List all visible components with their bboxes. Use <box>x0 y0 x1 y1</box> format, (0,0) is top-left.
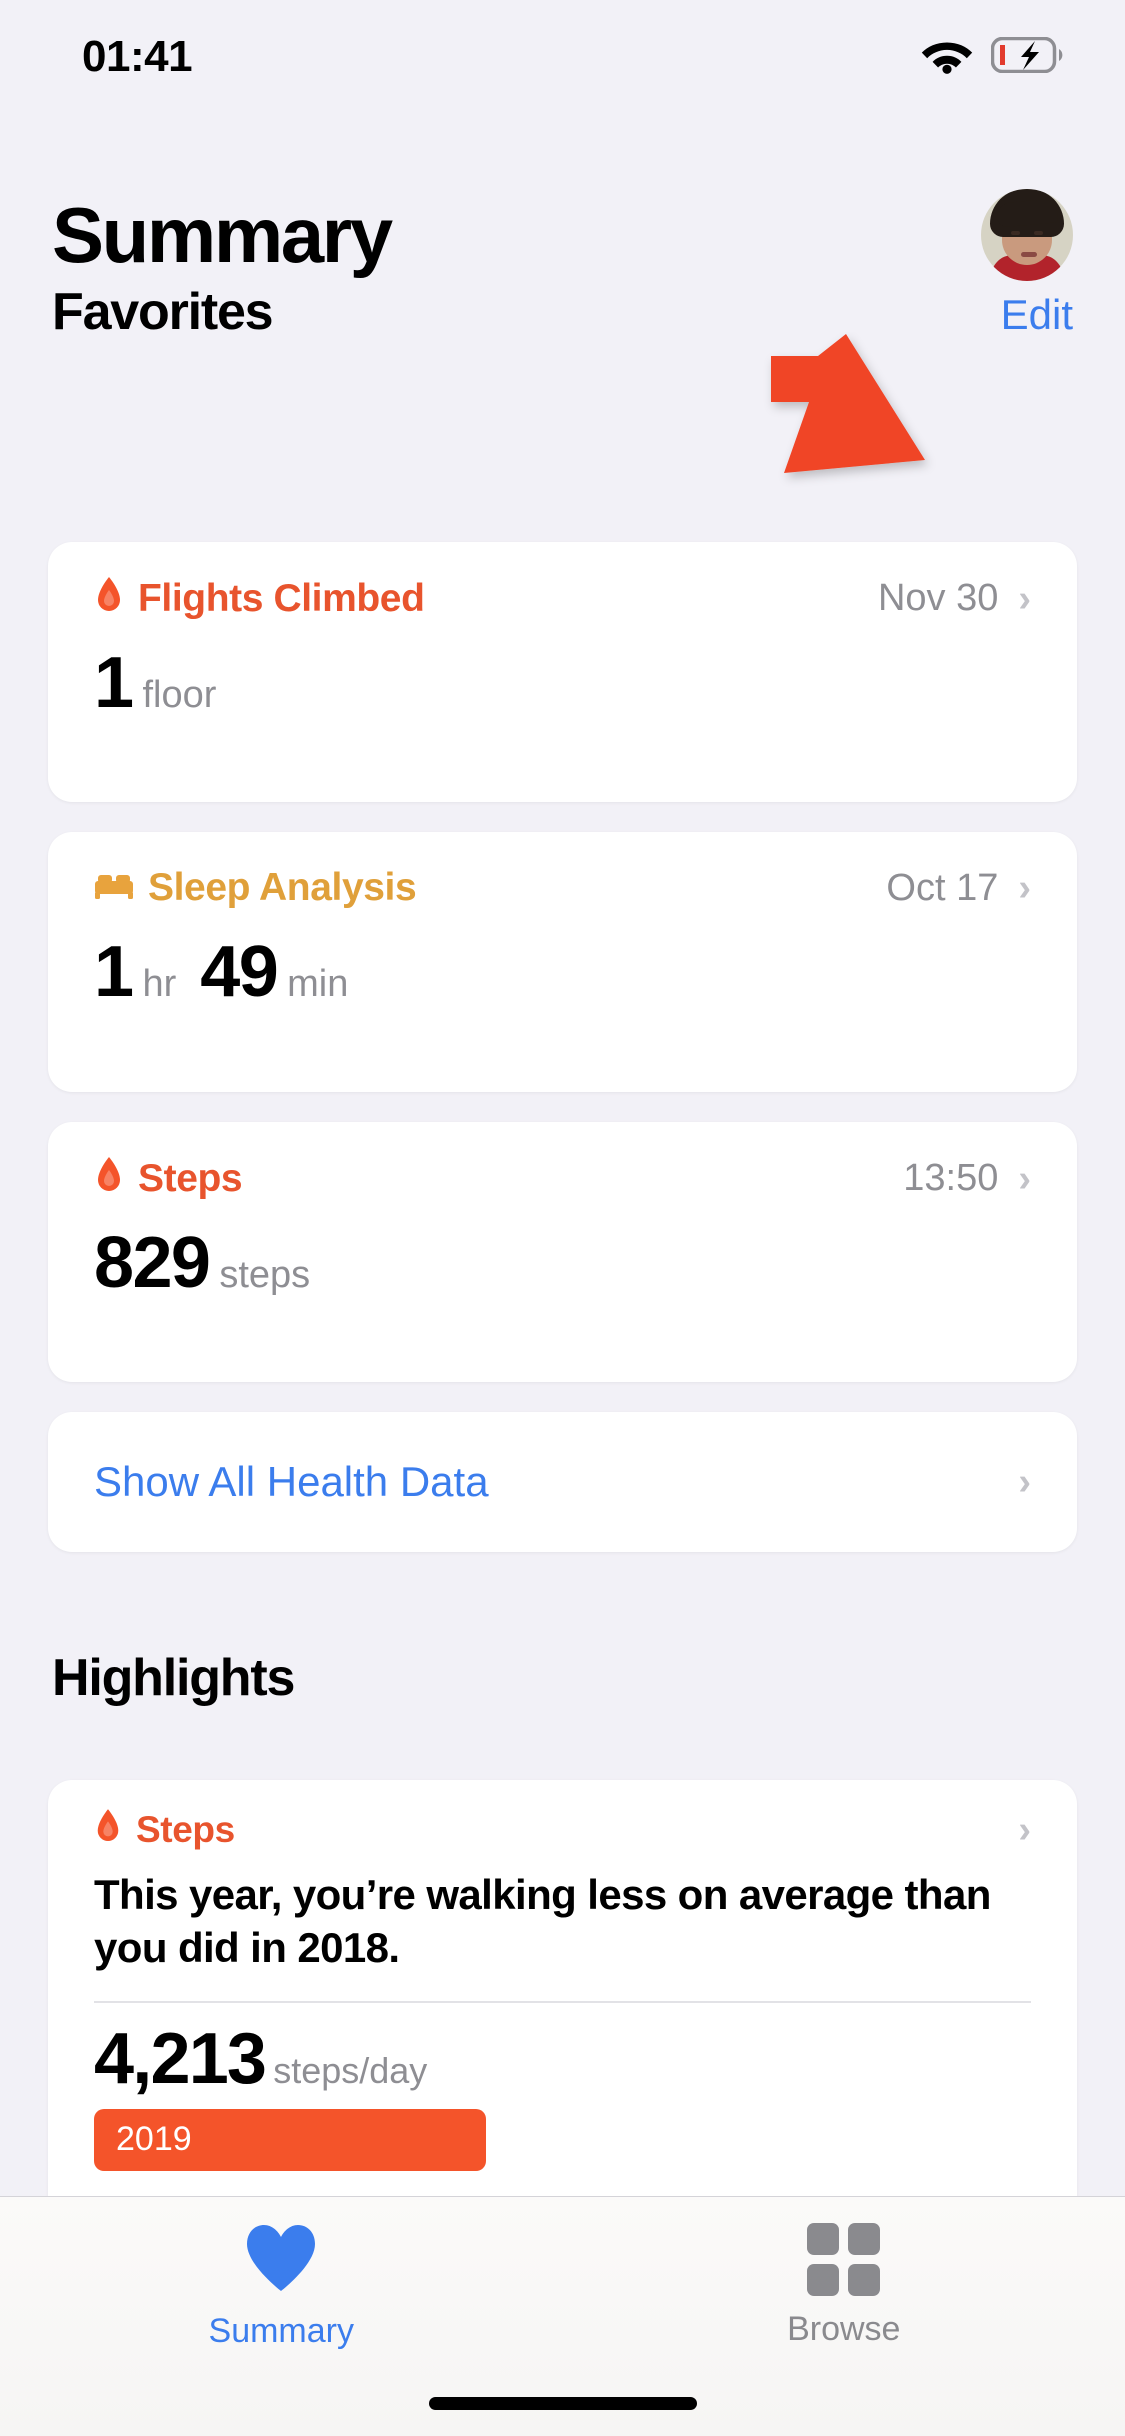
metric-number: 829 <box>94 1223 211 1303</box>
metric-name: Flights Climbed <box>138 576 425 620</box>
metric-date: Nov 30 <box>877 577 999 619</box>
grid-square <box>807 2223 840 2255</box>
metric-date: 13:50 <box>903 1157 999 1199</box>
home-indicator[interactable] <box>428 2397 697 2410</box>
grid-square <box>807 2264 840 2296</box>
metric-date: Oct 17 <box>886 866 999 909</box>
grid-square <box>848 2223 881 2255</box>
card-header-row: Steps › <box>48 1780 1077 1851</box>
show-all-health-data-row[interactable]: Show All Health Data › <box>48 1412 1077 1552</box>
metric-name: Sleep Analysis <box>148 866 417 909</box>
avatar-mouth <box>1021 252 1037 257</box>
chevron-right-icon[interactable]: › <box>1018 1463 1031 1501</box>
metric-number-minutes: 49 <box>200 932 278 1012</box>
metric-title-group: Steps <box>94 1156 243 1201</box>
avatar[interactable] <box>981 189 1073 281</box>
favorite-card-steps[interactable]: Steps 13:50 › 829 steps <box>48 1122 1077 1382</box>
highlight-body-text: This year, you’re walking less on averag… <box>94 1871 991 1971</box>
battery-charging-icon <box>990 36 1063 78</box>
highlight-bar-2019: 2019 <box>94 2108 486 2171</box>
tab-summary-label: Summary <box>208 2312 354 2350</box>
metric-unit-minutes: min <box>287 963 349 1005</box>
card-header-row: Steps 13:50 › <box>48 1122 1077 1201</box>
chevron-right-icon[interactable]: › <box>1018 1160 1031 1198</box>
wifi-icon <box>921 36 973 79</box>
grid-square <box>848 2264 881 2296</box>
metric-meta-group: › <box>1018 1811 1031 1849</box>
page-header: Summary <box>0 170 1125 300</box>
chevron-right-icon[interactable]: › <box>1018 580 1031 618</box>
metric-value-row: 1 floor <box>48 621 1077 759</box>
heart-icon <box>244 2223 318 2298</box>
metric-name: Steps <box>138 1156 243 1200</box>
favorite-card-flights-climbed[interactable]: Flights Climbed Nov 30 › 1 floor <box>48 542 1077 802</box>
chevron-right-icon[interactable]: › <box>1018 1811 1031 1849</box>
page-title: Summary <box>52 191 393 279</box>
show-all-inner: Show All Health Data › <box>48 1412 1077 1552</box>
grid-icon <box>807 2223 881 2296</box>
metric-meta-group: Oct 17 › <box>886 867 1031 910</box>
highlight-value-row: 4,213 steps/day <box>48 2003 1077 2095</box>
chevron-right-icon[interactable]: › <box>1018 869 1031 907</box>
highlight-number: 4,213 <box>94 2018 267 2099</box>
flame-icon <box>94 576 124 621</box>
flame-icon <box>94 1808 122 1851</box>
metric-unit: steps <box>219 1254 311 1296</box>
status-bar-indicators <box>921 36 1063 79</box>
favorites-title: Favorites <box>52 283 274 341</box>
metric-title-group: Steps <box>94 1808 235 1851</box>
metric-name: Steps <box>136 1808 235 1850</box>
card-header-row: Sleep Analysis Oct 17 › <box>48 832 1077 910</box>
avatar-eye-right <box>1034 231 1043 235</box>
highlight-bar-label: 2019 <box>116 2120 192 2159</box>
metric-title-group: Flights Climbed <box>94 576 425 621</box>
edit-button[interactable]: Edit <box>1001 291 1073 339</box>
highlight-card-steps[interactable]: Steps › This year, you’re walking less o… <box>48 1780 1077 2200</box>
status-bar-time: 01:41 <box>82 32 193 81</box>
metric-unit: floor <box>142 674 217 716</box>
bed-icon <box>94 872 134 905</box>
favorites-section-header: Favorites Edit <box>0 282 1125 342</box>
highlight-unit: steps/day <box>273 2049 428 2091</box>
metric-unit-hours: hr <box>142 963 177 1005</box>
health-summary-screen: 01:41 Summary Favorites Edit Flights Cli… <box>0 0 1125 2436</box>
metric-number: 1 <box>94 643 134 723</box>
metric-number-hours: 1 <box>94 932 134 1012</box>
card-header-row: Flights Climbed Nov 30 › <box>48 542 1077 621</box>
metric-value-row: 1 hr 49 min <box>48 910 1077 1048</box>
avatar-eye-left <box>1011 231 1020 235</box>
metric-meta-group: Nov 30 › <box>878 577 1031 620</box>
highlights-section-header: Highlights <box>0 1648 1125 1708</box>
tab-bar: Summary Browse <box>0 2196 1125 2436</box>
status-bar: 01:41 <box>0 0 1125 104</box>
metric-title-group: Sleep Analysis <box>94 866 417 910</box>
metric-meta-group: 13:50 › <box>903 1157 1031 1200</box>
metric-value-row: 829 steps <box>48 1201 1077 1339</box>
show-all-label: Show All Health Data <box>94 1458 489 1505</box>
highlights-title: Highlights <box>52 1649 295 1707</box>
red-arrow-annotation-icon <box>735 332 975 497</box>
flame-icon <box>94 1156 124 1201</box>
tab-browse-label: Browse <box>787 2310 901 2348</box>
favorite-card-sleep-analysis[interactable]: Sleep Analysis Oct 17 › 1 hr 49 min <box>48 832 1077 1092</box>
